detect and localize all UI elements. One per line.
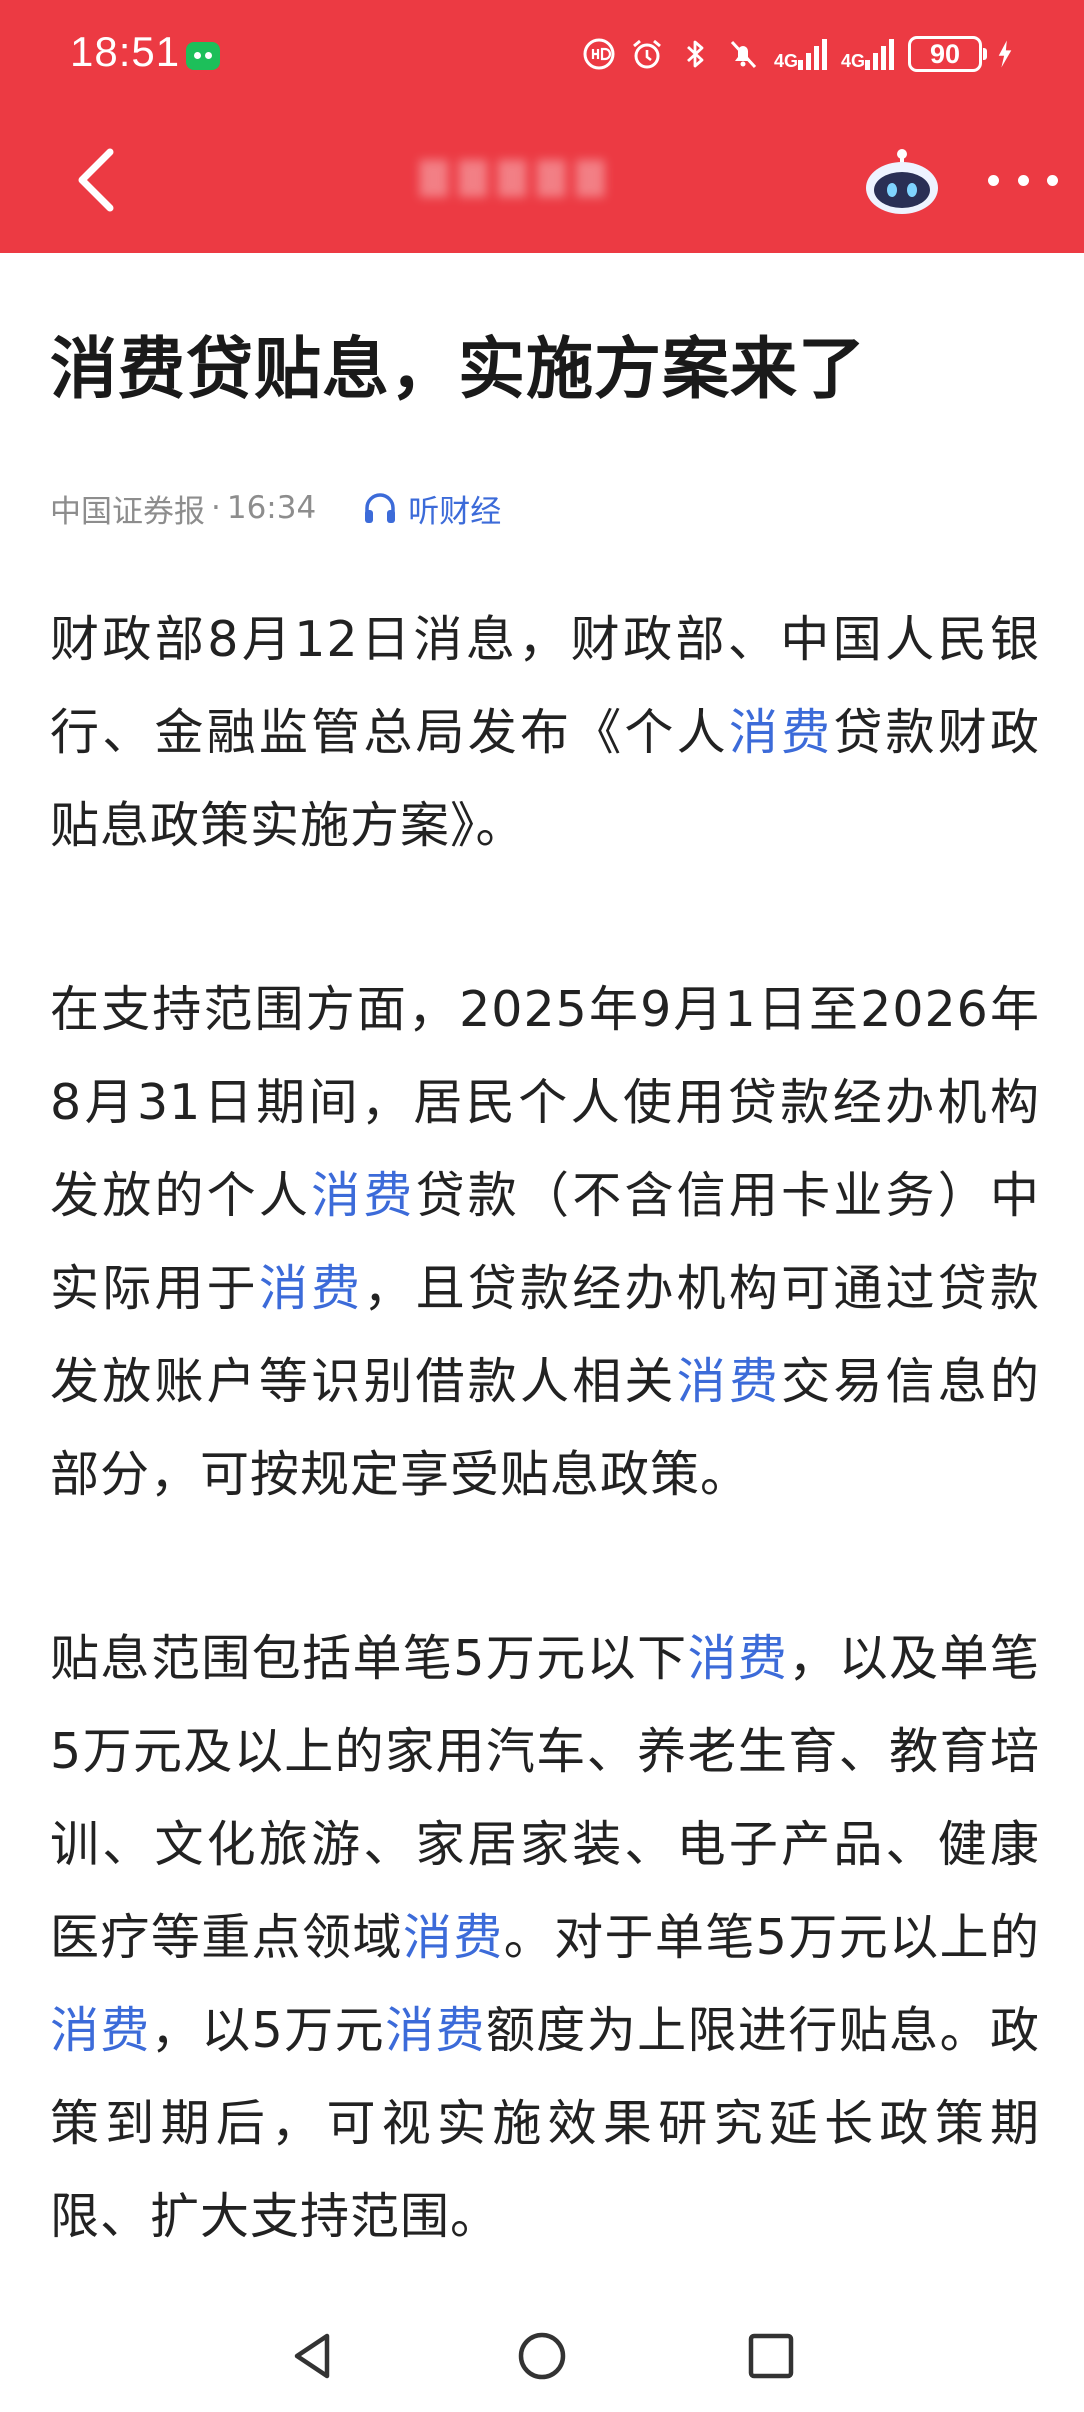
robot-assistant-button[interactable] [862,148,942,216]
recents-square-icon[interactable] [741,2326,801,2386]
signal-bars-2 [865,38,894,70]
keyword-link[interactable]: 消费 [50,2002,151,2059]
battery-icon: 90 [908,36,987,72]
keyword-link[interactable]: 消费 [729,704,833,761]
back-arrow-icon [78,148,114,212]
status-bar: 18:51 4G 4G 90 [0,0,1084,110]
article-paragraph: 在支持范围方面，2025年9月1日至2026年8月31日期间，居民个人使用贷款经… [50,963,1040,1521]
mute-icon [730,40,757,69]
keyword-link[interactable]: 消费 [311,1167,415,1224]
keyword-link[interactable]: 消费 [403,1909,504,1966]
signal-icon-2: 4G [841,38,894,70]
paragraph-text: 贴息范围包括单笔5万元以下 [50,1630,688,1687]
article-body: 财政部8月12日消息，财政部、中国人民银行、金融监管总局发布《个人消费贷款财政贴… [50,593,1040,2354]
keyword-link[interactable]: 消费 [385,2002,486,2059]
article-time: 16:34 [226,490,317,526]
network-label-2: 4G [840,51,865,71]
back-triangle-icon[interactable] [283,2326,343,2386]
system-nav-bar [0,2300,1084,2412]
signal-bars [797,38,827,70]
nav-bar: ▇ ▇ ▇ ▇ ▇ [0,120,1084,240]
wechat-icon [186,42,220,70]
listen-button[interactable]: 听财经 [362,486,501,531]
bluetooth-icon [687,40,704,68]
meta-separator: · [211,490,221,526]
article-source[interactable]: 中国证券报 [50,486,205,531]
charging-icon [998,40,1012,68]
network-label: 4G [773,51,798,71]
paragraph-text: ，以5万元 [150,2002,386,2059]
paragraph-text: 。对于单笔5万元以上的 [503,1909,1040,1966]
article-meta: 中国证券报 · 16:34 听财经 [50,483,501,533]
alarm-icon [633,39,661,69]
signal-icon: 4G [774,38,827,70]
more-options-button[interactable] [988,160,1058,200]
nav-title-blurred: ▇ ▇ ▇ ▇ ▇ [420,156,605,197]
app-header: 18:51 4G 4G 90 ▇ ▇ ▇ ▇ ▇ [0,0,1084,253]
robot-assistant-icon [866,149,938,214]
article-title: 消费贷贴息，实施方案来了 [50,330,866,408]
keyword-link[interactable]: 消费 [688,1630,789,1687]
listen-label: 听财经 [408,493,502,530]
article-paragraph: 贴息范围包括单笔5万元以下消费，以及单笔5万元及以上的家用汽车、养老生育、教育培… [50,1612,1040,2263]
hd-call-icon [583,38,615,70]
keyword-link[interactable]: 消费 [259,1260,363,1317]
back-button[interactable] [60,144,132,216]
headphone-icon [365,493,396,523]
keyword-link[interactable]: 消费 [677,1353,781,1410]
home-circle-icon[interactable] [512,2326,572,2386]
status-time: 18:51 [70,28,181,75]
more-dots-icon [988,174,999,186]
article-paragraph: 财政部8月12日消息，财政部、中国人民银行、金融监管总局发布《个人消费贷款财政贴… [50,593,1040,872]
status-icons: 4G 4G 90 [582,28,1014,80]
